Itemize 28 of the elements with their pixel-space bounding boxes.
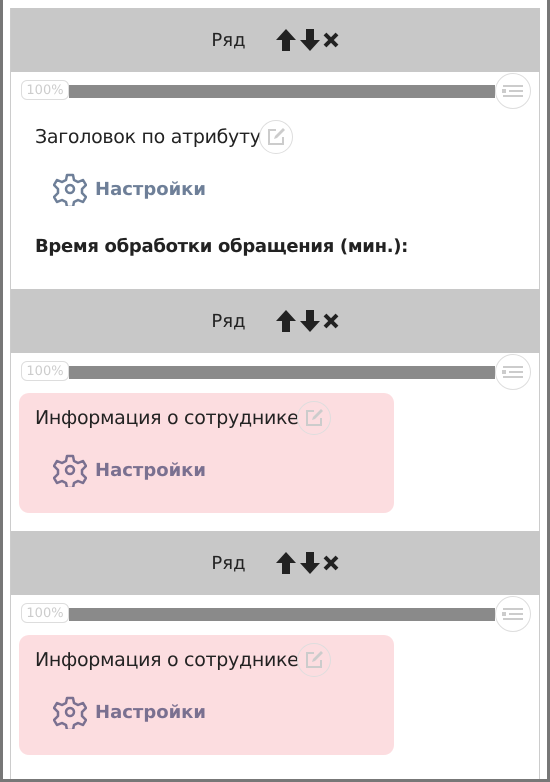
zoom-slider[interactable] [69,366,495,378]
zoom-slider[interactable] [69,608,495,620]
slider-handle[interactable] [495,596,531,632]
widget-title: Заголовок по атрибуту [35,126,261,148]
settings-icon [53,172,87,206]
row-title: Ряд [211,30,246,50]
settings-link[interactable]: Настройки [53,172,394,206]
edit-icon [304,408,324,428]
edit-icon [304,650,324,670]
zoom-slider[interactable] [69,84,495,98]
row-title: Ряд [211,310,246,332]
move-down-button[interactable] [298,551,322,575]
settings-icon [53,453,87,487]
edit-icon [266,127,286,147]
row-title: Ряд [211,552,246,574]
move-up-button[interactable] [274,551,298,575]
settings-link[interactable]: Настройки [53,695,394,729]
slider-handle[interactable] [495,354,531,390]
move-up-button[interactable] [274,28,298,52]
widget-title: Информация о сотруднике [35,649,299,671]
slider-handle[interactable] [495,73,531,109]
settings-link[interactable]: Настройки [53,453,394,487]
move-down-button[interactable] [298,309,322,333]
move-up-button[interactable] [274,309,298,333]
field-label: Время обработки обращения (мин.): [34,235,410,259]
widget-title: Информация о сотруднике [35,407,299,429]
move-down-button[interactable] [298,28,322,52]
settings-icon [53,695,87,729]
